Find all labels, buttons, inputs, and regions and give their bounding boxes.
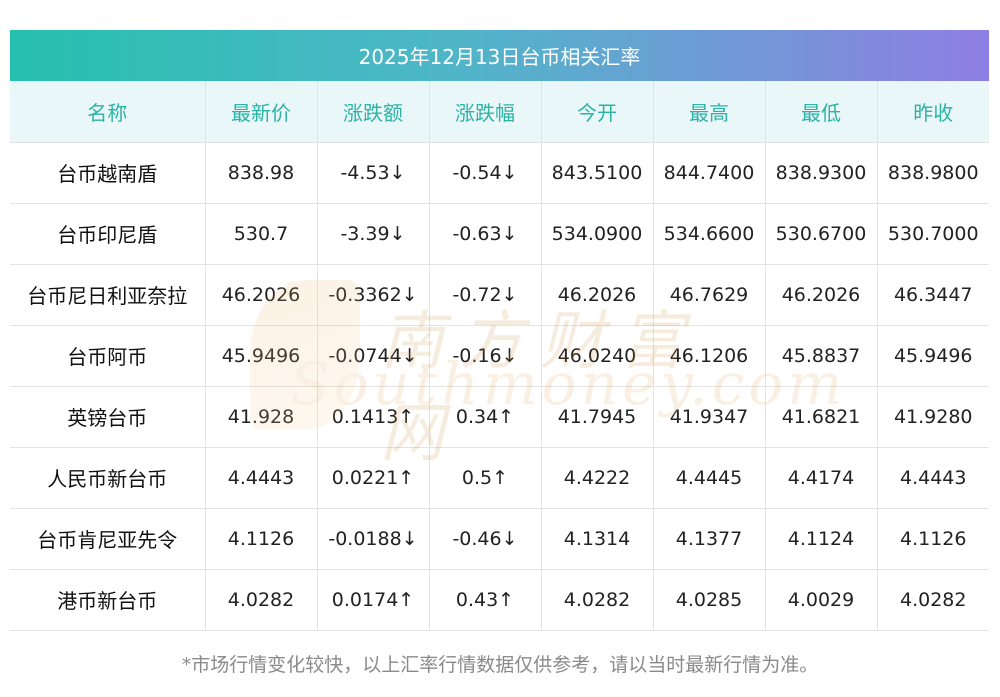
rate-table: 名称 最新价 涨跌额 涨跌幅 今开 最高 最低 昨收 台币越南盾 838.98 -4…: [10, 81, 989, 631]
cell-latest: 45.9496: [205, 325, 318, 387]
cell-open: 4.1314: [541, 508, 654, 570]
cell-high: 4.0285: [653, 569, 766, 631]
table-row: 台币印尼盾 530.7 -3.39↓ -0.63↓ 534.0900 534.6600 53…: [10, 203, 989, 265]
rate-panel: 2025年12月13日台币相关汇率 名称 最新价 涨跌额 涨跌幅 今开 最高 最…: [10, 30, 989, 631]
cell-open: 4.4222: [541, 447, 654, 509]
cell-latest: 530.7: [205, 203, 318, 265]
cell-latest: 4.1126: [205, 508, 318, 570]
cell-pct: 0.43↑: [429, 569, 542, 631]
cell-latest: 41.928: [205, 386, 318, 448]
header-latest: 最新价: [205, 81, 318, 143]
cell-prev: 45.9496: [877, 325, 989, 387]
footnote: *市场行情变化较快，以上汇率行情数据仅供参考，请以当时最新行情为准。: [181, 654, 819, 676]
cell-name: 台币肯尼亚先令: [10, 508, 206, 570]
cell-name: 台币阿币: [10, 325, 206, 387]
cell-prev: 41.9280: [877, 386, 989, 448]
cell-pct: -0.72↓: [429, 264, 542, 326]
cell-low: 838.9300: [765, 142, 878, 204]
cell-high: 46.7629: [653, 264, 766, 326]
cell-pct: -0.54↓: [429, 142, 542, 204]
cell-pct: -0.63↓: [429, 203, 542, 265]
cell-low: 41.6821: [765, 386, 878, 448]
cell-change: -0.0188↓: [317, 508, 430, 570]
cell-pct: 0.34↑: [429, 386, 542, 448]
cell-low: 46.2026: [765, 264, 878, 326]
cell-prev: 4.1126: [877, 508, 989, 570]
table-row: 台币尼日利亚奈拉 46.2026 -0.3362↓ -0.72↓ 46.2026 46.7…: [10, 264, 989, 326]
header-pct: 涨跌幅: [429, 81, 542, 143]
table-row: 英镑台币 41.928 0.1413↑ 0.34↑ 41.7945 41.9347 41.6…: [10, 386, 989, 448]
table-row: 港币新台币 4.0282 0.0174↑ 0.43↑ 4.0282 4.0285 4.002…: [10, 569, 989, 631]
cell-prev: 838.9800: [877, 142, 989, 204]
header-high: 最高: [653, 81, 766, 143]
cell-change: 0.1413↑: [317, 386, 430, 448]
cell-high: 41.9347: [653, 386, 766, 448]
cell-name: 台币印尼盾: [10, 203, 206, 265]
cell-prev: 46.3447: [877, 264, 989, 326]
table-row: 台币越南盾 838.98 -4.53↓ -0.54↓ 843.5100 844.7400 8…: [10, 142, 989, 204]
table-row: 台币肯尼亚先令 4.1126 -0.0188↓ -0.46↓ 4.1314 4.1377 4…: [10, 508, 989, 570]
cell-open: 534.0900: [541, 203, 654, 265]
cell-change: -0.0744↓: [317, 325, 430, 387]
cell-open: 46.0240: [541, 325, 654, 387]
cell-high: 4.1377: [653, 508, 766, 570]
cell-name: 人民币新台币: [10, 447, 206, 509]
cell-prev: 4.4443: [877, 447, 989, 509]
cell-change: -4.53↓: [317, 142, 430, 204]
cell-latest: 4.0282: [205, 569, 318, 631]
header-change: 涨跌额: [317, 81, 430, 143]
cell-low: 45.8837: [765, 325, 878, 387]
header-name: 名称: [10, 81, 206, 143]
cell-name: 英镑台币: [10, 386, 206, 448]
cell-name: 台币越南盾: [10, 142, 206, 204]
cell-name: 港币新台币: [10, 569, 206, 631]
header-open: 今开: [541, 81, 654, 143]
table-header-row: 名称 最新价 涨跌额 涨跌幅 今开 最高 最低 昨收: [10, 81, 989, 143]
header-low: 最低: [765, 81, 878, 143]
header-prev: 昨收: [877, 81, 989, 143]
table-row: 人民币新台币 4.4443 0.0221↑ 0.5↑ 4.4222 4.4445 4.417…: [10, 447, 989, 509]
cell-low: 530.6700: [765, 203, 878, 265]
cell-open: 843.5100: [541, 142, 654, 204]
cell-prev: 530.7000: [877, 203, 989, 265]
cell-prev: 4.0282: [877, 569, 989, 631]
cell-name: 台币尼日利亚奈拉: [10, 264, 206, 326]
cell-high: 46.1206: [653, 325, 766, 387]
cell-low: 4.4174: [765, 447, 878, 509]
cell-change: -0.3362↓: [317, 264, 430, 326]
table-row: 台币阿币 45.9496 -0.0744↓ -0.16↓ 46.0240 46.1206 4…: [10, 325, 989, 387]
cell-latest: 838.98: [205, 142, 318, 204]
cell-high: 534.6600: [653, 203, 766, 265]
cell-pct: -0.46↓: [429, 508, 542, 570]
cell-latest: 4.4443: [205, 447, 318, 509]
cell-high: 844.7400: [653, 142, 766, 204]
table-title: 2025年12月13日台币相关汇率: [10, 30, 989, 81]
cell-open: 41.7945: [541, 386, 654, 448]
cell-high: 4.4445: [653, 447, 766, 509]
cell-open: 4.0282: [541, 569, 654, 631]
cell-change: -3.39↓: [317, 203, 430, 265]
cell-pct: -0.16↓: [429, 325, 542, 387]
cell-pct: 0.5↑: [429, 447, 542, 509]
cell-change: 0.0174↑: [317, 569, 430, 631]
cell-change: 0.0221↑: [317, 447, 430, 509]
cell-open: 46.2026: [541, 264, 654, 326]
cell-low: 4.0029: [765, 569, 878, 631]
cell-low: 4.1124: [765, 508, 878, 570]
cell-latest: 46.2026: [205, 264, 318, 326]
